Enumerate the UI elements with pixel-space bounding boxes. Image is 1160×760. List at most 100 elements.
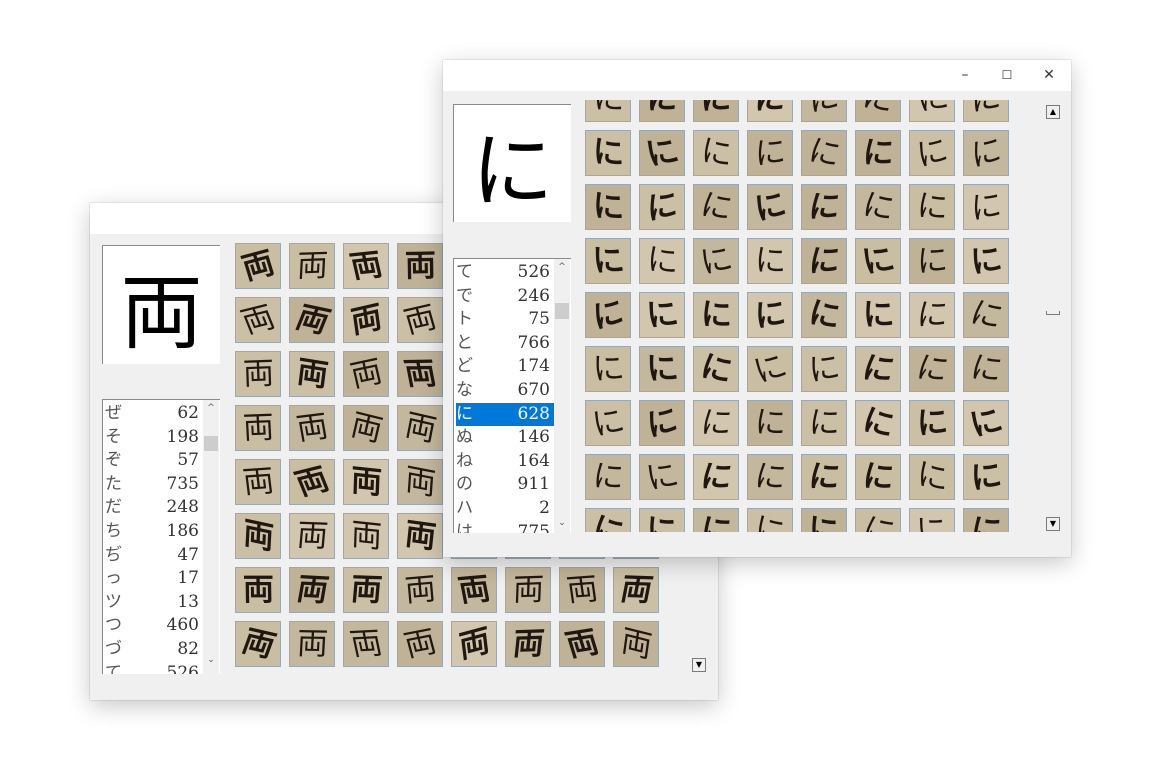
back-list-item[interactable]: ぞ 57 — [105, 449, 203, 472]
front-glyph-tile[interactable]: に — [585, 100, 631, 122]
chevron-down-icon[interactable]: ⌄ — [554, 515, 570, 531]
front-glyph-tile[interactable]: に — [747, 292, 793, 338]
back-glyph-tile[interactable]: 両 — [289, 243, 335, 289]
maximize-button[interactable]: ☐ — [986, 60, 1028, 91]
front-glyph-tile[interactable]: に — [747, 400, 793, 446]
back-list-item[interactable]: て 526 — [105, 662, 203, 674]
front-title-bar[interactable]: – ☐ ✕ — [443, 60, 1071, 91]
back-glyph-tile[interactable]: 両 — [289, 459, 335, 505]
back-list-item[interactable]: ぜ 62 — [105, 402, 203, 425]
back-glyph-tile[interactable]: 両 — [235, 405, 281, 451]
back-glyph-tile[interactable]: 両 — [397, 567, 443, 613]
front-list-item[interactable]: は 775 — [456, 521, 554, 533]
back-glyph-tile[interactable]: 両 — [397, 243, 443, 289]
front-glyph-tile[interactable]: に — [855, 508, 901, 532]
front-glyph-tile[interactable]: に — [909, 130, 955, 176]
back-list-item[interactable]: だ 248 — [105, 496, 203, 519]
back-glyph-tile[interactable]: 両 — [397, 513, 443, 559]
front-glyph-tile[interactable]: に — [801, 400, 847, 446]
front-glyph-tile[interactable]: に — [801, 292, 847, 338]
back-glyph-tile[interactable]: 両 — [235, 567, 281, 613]
back-list-item[interactable]: ち 186 — [105, 520, 203, 543]
back-glyph-tile[interactable]: 両 — [343, 297, 389, 343]
back-glyph-tile[interactable]: 両 — [343, 567, 389, 613]
front-glyph-tile[interactable]: に — [639, 100, 685, 122]
chevron-down-icon[interactable]: ⌄ — [203, 652, 219, 668]
front-glyph-tile[interactable]: に — [801, 346, 847, 392]
back-glyph-tile[interactable]: 両 — [559, 621, 605, 667]
back-glyph-tile[interactable]: 両 — [343, 459, 389, 505]
front-glyph-tile[interactable]: に — [747, 346, 793, 392]
triangle-down-icon[interactable]: ▼ — [692, 658, 706, 672]
front-glyph-tile[interactable]: に — [747, 184, 793, 230]
front-glyph-tile[interactable]: に — [747, 130, 793, 176]
front-list-item[interactable]: の 911 — [456, 473, 554, 496]
front-glyph-tile[interactable]: に — [963, 346, 1009, 392]
back-glyph-tile[interactable]: 両 — [235, 459, 281, 505]
front-glyph-tile[interactable]: に — [693, 184, 739, 230]
back-glyph-tile[interactable]: 両 — [505, 567, 551, 613]
front-glyph-tile[interactable]: に — [909, 346, 955, 392]
back-list-item[interactable]: ぢ 47 — [105, 544, 203, 567]
front-glyph-tile[interactable]: に — [639, 292, 685, 338]
back-list-scroll-thumb[interactable] — [204, 436, 218, 451]
front-glyph-tile[interactable]: に — [909, 100, 955, 122]
front-list-item[interactable]: て 526 — [456, 261, 554, 284]
back-list-scrollbar[interactable]: ^ ⌄ — [203, 400, 219, 674]
front-glyph-tile[interactable]: に — [693, 508, 739, 532]
front-list-scrollbar[interactable]: ^ ⌄ — [554, 259, 570, 533]
back-list-item[interactable]: ツ 13 — [105, 591, 203, 614]
front-glyph-tile[interactable]: に — [855, 346, 901, 392]
back-glyph-tile[interactable]: 両 — [235, 621, 281, 667]
front-glyph-tile[interactable]: に — [585, 184, 631, 230]
back-glyph-tile[interactable]: 両 — [343, 513, 389, 559]
front-glyph-tile[interactable]: に — [909, 184, 955, 230]
back-glyph-tile[interactable]: 両 — [289, 513, 335, 559]
front-glyph-tile[interactable]: に — [585, 130, 631, 176]
triangle-down-icon[interactable]: ▼ — [1046, 517, 1060, 531]
back-glyph-tile[interactable]: 両 — [451, 621, 497, 667]
back-glyph-tile[interactable]: 両 — [559, 567, 605, 613]
front-list-item[interactable]: で 246 — [456, 285, 554, 308]
front-glyph-tile[interactable]: に — [963, 508, 1009, 532]
front-glyph-tile[interactable]: に — [855, 238, 901, 284]
back-glyph-tile[interactable]: 両 — [235, 243, 281, 289]
back-glyph-tile[interactable]: 両 — [397, 405, 443, 451]
back-glyph-tile[interactable]: 両 — [343, 405, 389, 451]
front-glyph-tile[interactable]: に — [963, 454, 1009, 500]
back-glyph-tile[interactable]: 両 — [451, 567, 497, 613]
back-glyph-tile[interactable]: 両 — [343, 243, 389, 289]
back-glyph-tile[interactable]: 両 — [613, 621, 659, 667]
front-glyph-tile[interactable]: に — [963, 400, 1009, 446]
front-list-scroll-thumb[interactable] — [555, 303, 569, 319]
front-glyph-tile[interactable]: に — [963, 292, 1009, 338]
back-glyph-tile[interactable]: 両 — [397, 459, 443, 505]
front-glyph-tile[interactable]: に — [801, 100, 847, 122]
front-glyph-tile[interactable]: に — [909, 400, 955, 446]
back-glyph-tile[interactable]: 両 — [343, 621, 389, 667]
front-glyph-tile[interactable]: に — [639, 238, 685, 284]
front-glyph-tile[interactable]: に — [639, 400, 685, 446]
back-glyph-tile[interactable]: 両 — [289, 351, 335, 397]
front-glyph-tile[interactable]: に — [585, 400, 631, 446]
front-grid-scroll-thumb[interactable] — [1046, 311, 1060, 315]
front-list-item[interactable]: ね 164 — [456, 450, 554, 473]
back-glyph-tile[interactable]: 両 — [343, 351, 389, 397]
front-glyph-tile[interactable]: に — [747, 238, 793, 284]
front-glyph-tile[interactable]: に — [801, 238, 847, 284]
front-glyph-tile[interactable]: に — [963, 100, 1009, 122]
back-glyph-tile[interactable]: 両 — [397, 621, 443, 667]
front-glyph-tile[interactable]: に — [693, 238, 739, 284]
back-list-item[interactable]: た 735 — [105, 473, 203, 496]
front-glyph-tile[interactable]: に — [747, 100, 793, 122]
chevron-up-icon[interactable]: ^ — [554, 259, 570, 275]
front-glyph-tile[interactable]: に — [963, 130, 1009, 176]
front-glyph-tile[interactable]: に — [747, 508, 793, 532]
front-glyph-tile[interactable]: に — [801, 508, 847, 532]
back-glyph-tile[interactable]: 両 — [505, 621, 551, 667]
back-list-item[interactable]: づ 82 — [105, 638, 203, 661]
front-glyph-tile[interactable]: に — [801, 454, 847, 500]
front-glyph-tile[interactable]: に — [855, 184, 901, 230]
back-glyph-tile[interactable]: 両 — [235, 297, 281, 343]
front-glyph-tile[interactable]: に — [585, 346, 631, 392]
